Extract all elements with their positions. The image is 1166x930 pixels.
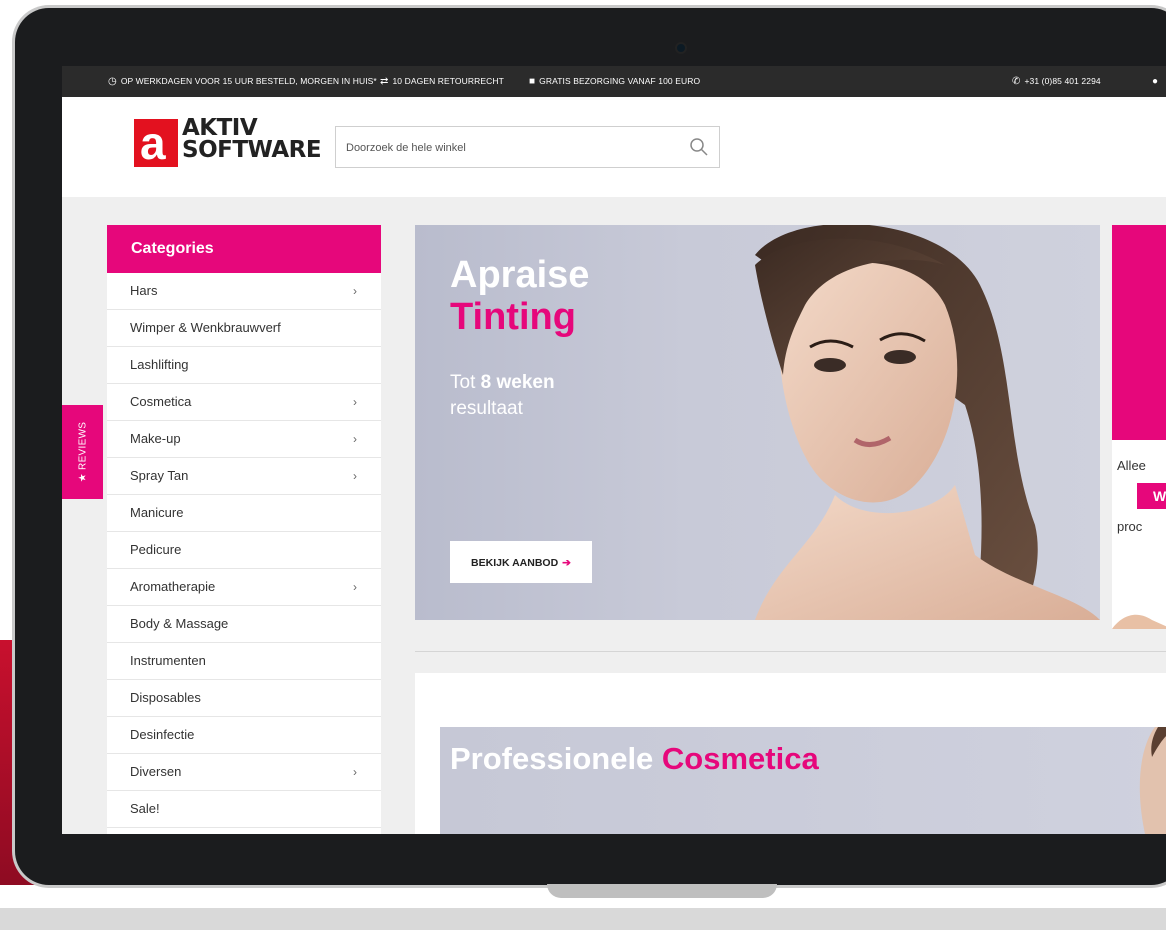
search-icon[interactable] [689, 137, 709, 157]
chevron-right-icon: › [353, 469, 357, 483]
search-input[interactable] [344, 127, 678, 169]
promo-text: Allee [1117, 458, 1146, 473]
promo-badge: W [1137, 483, 1166, 509]
hero-title-line2: Tinting [450, 296, 576, 338]
sidebar-item-label: Spray Tan [130, 468, 189, 483]
sidebar-item-wimper-wenkbrauwverf[interactable]: Wimper & Wenkbrauwverf [107, 310, 381, 347]
cosmetics-section: Professionele Cosmetica [415, 673, 1166, 834]
sidebar-item-desinfectie[interactable]: Desinfectie [107, 717, 381, 754]
sidebar-item-label: Instrumenten [130, 653, 206, 668]
sidebar-item-label: Disposables [130, 690, 201, 705]
webcam-icon [677, 44, 685, 52]
sidebar-item-sale[interactable]: Sale! [107, 791, 381, 828]
chevron-right-icon: › [353, 432, 357, 446]
account-link[interactable]: ● [1152, 76, 1162, 87]
returns-info: ⇄ 10 DAGEN RETOURRECHT [380, 76, 504, 87]
phone-link[interactable]: ✆ +31 (0)85 401 2294 [1012, 76, 1101, 87]
user-icon: ● [1152, 76, 1159, 87]
section-divider [415, 651, 1166, 652]
shipping-info: ■ GRATIS BEZORGING VANAF 100 EURO [529, 76, 701, 87]
sidebar-item-spray-tan[interactable]: Spray Tan › [107, 458, 381, 495]
sidebar-item-label: Cosmetica [130, 394, 192, 409]
reviews-tab[interactable]: ★ REVIEWS [62, 405, 103, 499]
sidebar-item-instrumenten[interactable]: Instrumenten [107, 643, 381, 680]
logo-mark: a [134, 119, 178, 167]
model-face-image [1139, 727, 1166, 834]
delivery-info: ◷ OP WERKDAGEN VOOR 15 UUR BESTELD, MORGE… [108, 76, 377, 87]
desk-surface [0, 908, 1166, 930]
promo-image [1112, 614, 1166, 629]
promo-pink-block [1112, 225, 1166, 440]
laptop-hinge [547, 884, 777, 898]
chevron-right-icon: › [353, 395, 357, 409]
chevron-right-icon: › [353, 765, 357, 779]
model-portrait-image [755, 225, 1100, 620]
sidebar-item-label: Wimper & Wenkbrauwverf [130, 320, 281, 335]
truck-icon: ■ [529, 76, 536, 87]
chevron-right-icon: › [353, 580, 357, 594]
sidebar-item-label: Manicure [130, 505, 184, 520]
chevron-right-icon: › [353, 284, 357, 298]
cosmetics-title: Professionele Cosmetica [450, 741, 819, 776]
category-list: Hars › Wimper & Wenkbrauwverf Lashlifting Co… [107, 273, 381, 828]
sidebar-item-pedicure[interactable]: Pedicure [107, 532, 381, 569]
sidebar-item-hars[interactable]: Hars › [107, 273, 381, 310]
sidebar-item-lashlifting[interactable]: Lashlifting [107, 347, 381, 384]
arrow-circle-icon: ➔ [562, 557, 571, 569]
promo-text-2: proc [1117, 519, 1143, 534]
arrows-icon: ⇄ [380, 76, 389, 87]
side-promo-card[interactable]: Allee W proc [1112, 225, 1166, 629]
sidebar-item-label: Desinfectie [130, 727, 195, 742]
sidebar-item-manicure[interactable]: Manicure [107, 495, 381, 532]
sidebar-item-cosmetica[interactable]: Cosmetica › [107, 384, 381, 421]
category-sidebar: Categories Hars › Wimper & Wenkbrauwverf La… [107, 225, 381, 834]
sidebar-item-label: Pedicure [130, 542, 182, 557]
sidebar-item-label: Lashlifting [130, 357, 189, 372]
search-box [335, 126, 720, 169]
hero-subtitle-line2: resultaat [450, 398, 523, 419]
sidebar-item-disposables[interactable]: Disposables [107, 680, 381, 717]
sidebar-item-body-massage[interactable]: Body & Massage [107, 606, 381, 643]
hero-banner[interactable]: Apraise Tinting Tot 8 weken resultaat BE… [415, 225, 1100, 620]
site-logo[interactable]: a AKTIV SOFTWARE [134, 115, 322, 175]
sidebar-item-label: Make-up [130, 431, 181, 446]
sidebar-item-label: Sale! [130, 801, 160, 816]
site-header: a AKTIV SOFTWARE [62, 97, 1166, 197]
view-offer-button[interactable]: BEKIJK AANBOD ➔ [450, 541, 592, 583]
top-info-bar: ◷ OP WERKDAGEN VOOR 15 UUR BESTELD, MORGE… [62, 66, 1166, 97]
sidebar-item-label: Hars [130, 283, 158, 298]
hero-subtitle: Tot 8 weken [450, 372, 555, 393]
sidebar-item-aromatherapie[interactable]: Aromatherapie › [107, 569, 381, 606]
clock-icon: ◷ [108, 76, 117, 87]
sidebar-item-make-up[interactable]: Make-up › [107, 421, 381, 458]
sidebar-item-label: Aromatherapie [130, 579, 216, 594]
sidebar-item-label: Body & Massage [130, 616, 229, 631]
hero-title-line1: Apraise [450, 254, 590, 296]
sidebar-title: Categories [107, 225, 381, 273]
logo-wordmark: AKTIV SOFTWARE [182, 115, 322, 163]
phone-icon: ✆ [1012, 76, 1021, 87]
sidebar-item-diversen[interactable]: Diversen › [107, 754, 381, 791]
browser-screen: ◷ OP WERKDAGEN VOOR 15 UUR BESTELD, MORGE… [62, 66, 1166, 834]
sidebar-item-label: Diversen [130, 764, 182, 779]
